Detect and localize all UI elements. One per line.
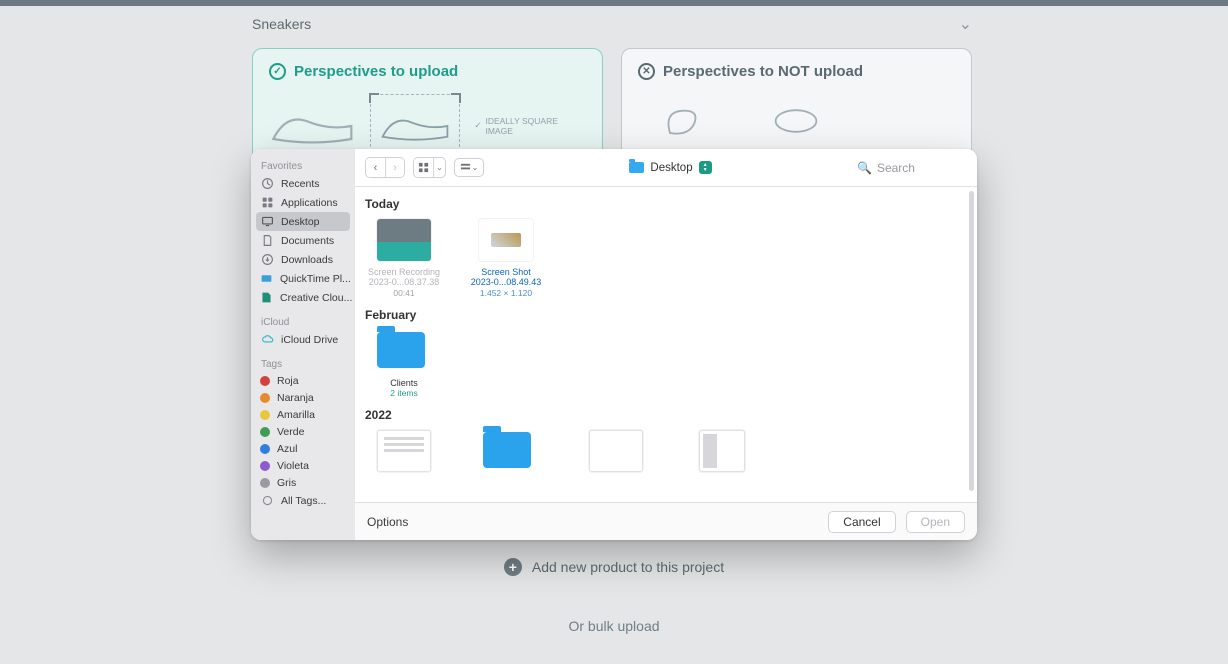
icloud-heading: iCloud — [251, 313, 355, 330]
file-thumbnail-icon — [699, 430, 745, 472]
chevron-down-icon: ⌄ — [472, 163, 479, 172]
image-thumbnail-icon — [479, 219, 533, 261]
tag-dot-icon — [260, 461, 270, 471]
tag-dot-icon — [260, 376, 270, 386]
sidebar-all-tags[interactable]: All Tags... — [251, 491, 355, 510]
check-icon: ✓ — [474, 120, 481, 131]
all-tags-icon — [260, 494, 274, 508]
upload-frame[interactable] — [370, 94, 461, 157]
sidebar-item-downloads[interactable]: Downloads — [251, 250, 355, 269]
creative-cloud-icon — [260, 291, 273, 305]
grid-view-icon — [414, 158, 433, 177]
file-area[interactable]: Today Screen Recording 2023-0...08.37.38… — [355, 187, 977, 502]
group-by-toggle[interactable]: ⌄ — [454, 158, 484, 177]
cancel-button[interactable]: Cancel — [828, 511, 895, 533]
sidebar-tag-amarilla[interactable]: Amarilla — [251, 406, 355, 423]
ideal-hint: ✓ IDEALLY SQUARE IMAGE — [474, 116, 586, 136]
plus-circle-icon: + — [504, 558, 522, 576]
chevron-down-icon: ⌄ — [959, 14, 972, 34]
cloud-icon — [260, 333, 274, 347]
file-item[interactable] — [577, 430, 655, 478]
sidebar-tag-naranja[interactable]: Naranja — [251, 389, 355, 406]
nav-group: ‹ › — [365, 157, 405, 178]
sneaker-icon — [269, 99, 356, 153]
view-grid-toggle[interactable]: ⌄ — [413, 157, 446, 178]
sidebar-item-documents[interactable]: Documents — [251, 231, 355, 250]
tag-dot-icon — [260, 427, 270, 437]
product-label: Sneakers — [252, 16, 311, 32]
desktop-icon — [260, 215, 274, 229]
file-item[interactable] — [365, 430, 443, 478]
shoe-angled-icon — [658, 94, 718, 148]
document-icon — [260, 234, 274, 248]
dialog-footer: Options Cancel Open — [355, 502, 977, 540]
folder-icon — [629, 162, 644, 173]
check-circle-icon: ✓ — [269, 63, 286, 80]
add-product-button[interactable]: + Add new product to this project — [504, 558, 724, 576]
file-item[interactable] — [683, 430, 761, 478]
sidebar-tag-verde[interactable]: Verde — [251, 423, 355, 440]
download-icon — [260, 253, 274, 267]
tags-heading: Tags — [251, 355, 355, 372]
sidebar-tag-violeta[interactable]: Violeta — [251, 457, 355, 474]
tag-dot-icon — [260, 444, 270, 454]
options-button[interactable]: Options — [367, 515, 408, 529]
product-dropdown[interactable]: Sneakers ⌄ — [252, 14, 972, 34]
file-item[interactable]: Screen Recording 2023-0...08.37.38 00:41 — [365, 219, 443, 298]
clock-icon — [260, 177, 274, 191]
shoe-top-icon — [766, 94, 826, 148]
sidebar-tag-roja[interactable]: Roja — [251, 372, 355, 389]
sidebar-item-desktop[interactable]: Desktop — [256, 212, 350, 231]
file-open-dialog: Favorites Recents Applications Desktop D… — [251, 149, 977, 540]
search-input[interactable]: 🔍 Search — [857, 161, 967, 175]
sidebar-item-creative-cloud[interactable]: Creative Clou... — [251, 288, 355, 307]
tag-dot-icon — [260, 393, 270, 403]
sidebar-item-icloud-drive[interactable]: iCloud Drive — [251, 330, 355, 349]
video-thumbnail-icon — [377, 219, 431, 261]
sneaker-icon — [379, 104, 451, 148]
bulk-upload-link[interactable]: Or bulk upload — [0, 618, 1228, 634]
file-item[interactable]: Screen Shot 2023-0...08.49.43 1.452 × 1.… — [467, 219, 545, 298]
not-upload-card-title: ✕ Perspectives to NOT upload — [638, 63, 955, 80]
section-2022: 2022 — [365, 408, 967, 422]
document-thumbnail-icon — [377, 430, 431, 472]
updown-icon: ▴▾ — [699, 161, 712, 174]
folder-icon — [483, 430, 537, 472]
location-dropdown[interactable]: Desktop ▴▾ — [622, 159, 718, 176]
tag-dot-icon — [260, 410, 270, 420]
applications-icon — [260, 196, 274, 210]
file-item[interactable]: Clients 2 items — [365, 330, 443, 398]
scrollbar[interactable] — [969, 191, 974, 491]
file-thumbnail-icon — [589, 430, 643, 472]
folder-icon — [377, 330, 431, 372]
top-stripe — [0, 0, 1228, 6]
chevron-down-icon: ⌄ — [433, 158, 445, 177]
tag-dot-icon — [260, 478, 270, 488]
search-icon: 🔍 — [857, 161, 872, 175]
upload-card-title: ✓ Perspectives to upload — [269, 63, 586, 80]
sidebar-item-quicktime[interactable]: QuickTime Pl... — [251, 269, 355, 288]
bottom-actions: + Add new product to this project Or bul… — [0, 558, 1228, 634]
favorites-heading: Favorites — [251, 157, 355, 174]
sidebar-item-recents[interactable]: Recents — [251, 174, 355, 193]
forward-button[interactable]: › — [385, 158, 404, 177]
section-today: Today — [365, 197, 967, 211]
sidebar-tag-gris[interactable]: Gris — [251, 474, 355, 491]
back-button[interactable]: ‹ — [366, 158, 385, 177]
x-circle-icon: ✕ — [638, 63, 655, 80]
file-item[interactable] — [471, 430, 549, 478]
quicktime-icon — [260, 272, 273, 286]
open-button[interactable]: Open — [906, 511, 965, 533]
dialog-sidebar: Favorites Recents Applications Desktop D… — [251, 149, 355, 540]
sidebar-item-applications[interactable]: Applications — [251, 193, 355, 212]
sidebar-tag-azul[interactable]: Azul — [251, 440, 355, 457]
section-february: February — [365, 308, 967, 322]
dialog-toolbar: ‹ › ⌄ ⌄ Desktop ▴▾ 🔍 Search — [355, 149, 977, 187]
dialog-main: ‹ › ⌄ ⌄ Desktop ▴▾ 🔍 Search Today — [355, 149, 977, 540]
